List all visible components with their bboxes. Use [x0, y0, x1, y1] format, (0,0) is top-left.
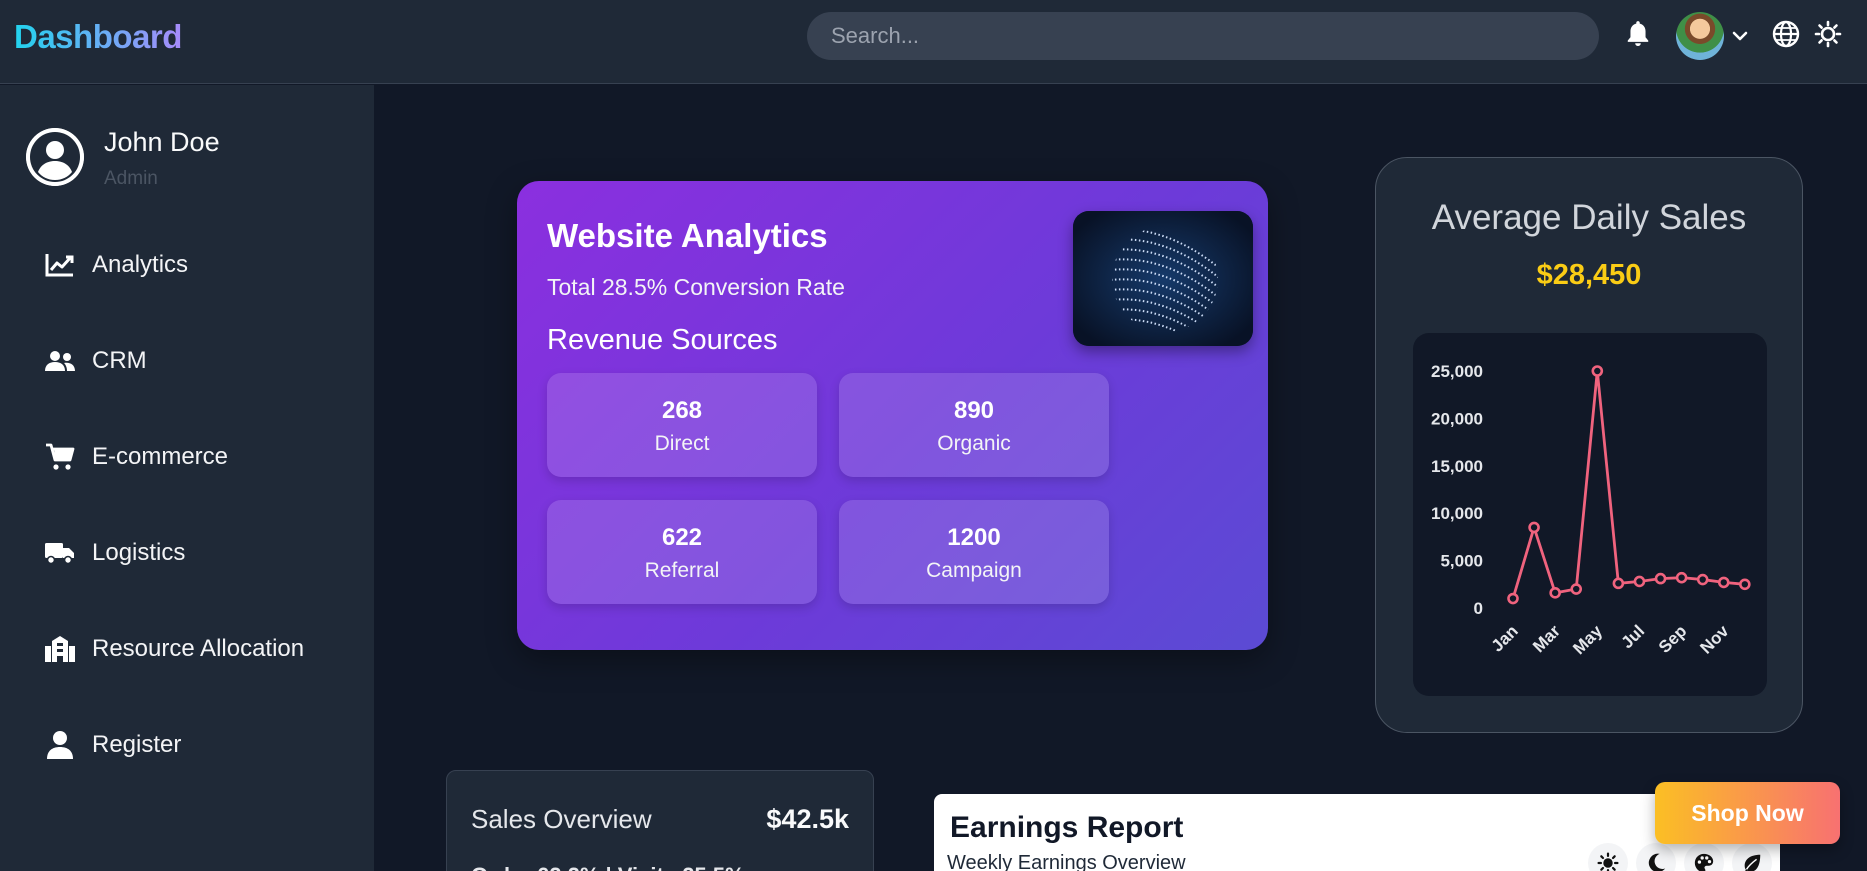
card-title: Website Analytics	[547, 217, 828, 254]
series-line	[1511, 369, 1745, 599]
card-title: Sales Overview	[471, 804, 652, 834]
sidebar-item-logistics[interactable]: Logistics	[44, 538, 185, 568]
data-point	[1507, 592, 1519, 605]
chart-svg: 0 5,000 10,000 15,000 20,000 25,000 Jan Mar May J…	[1431, 362, 1751, 658]
source-value: 622	[661, 524, 703, 551]
card-title: Earnings Report	[950, 811, 1184, 844]
sidebar-item-label: CRM	[92, 347, 147, 374]
sidebar-item-label: Analytics	[92, 251, 189, 278]
card-subtitle: Weekly Earnings Overview	[947, 852, 1186, 871]
y-tick-label: 10,000	[1431, 504, 1483, 523]
leaf-icon[interactable]	[1732, 843, 1772, 871]
data-point	[1654, 572, 1667, 585]
source-value: 890	[953, 397, 995, 424]
x-tick-label: Nov	[1696, 621, 1733, 658]
source-direct[interactable]: 268 Direct	[547, 373, 817, 477]
data-point	[1528, 521, 1540, 534]
source-organic[interactable]: 890 Organic	[839, 373, 1109, 477]
x-tick-label: Jul	[1617, 621, 1648, 652]
cart-icon	[44, 442, 76, 472]
data-point	[1633, 575, 1646, 588]
truck-icon	[44, 538, 76, 568]
source-value: 1200	[947, 524, 1001, 551]
globe-image	[1073, 211, 1253, 346]
data-point	[1675, 571, 1688, 584]
user-icon	[44, 730, 76, 760]
x-tick-label: Sep	[1655, 621, 1690, 656]
sidebar-item-resource-allocation[interactable]: Resource Allocation	[44, 634, 304, 664]
moon-icon[interactable]	[1636, 843, 1676, 871]
overview-meta: Order 62.2% | Visits 25.5%	[471, 863, 745, 871]
sidebar-item-label: Resource Allocation	[92, 635, 305, 662]
data-point	[1549, 587, 1561, 599]
sidebar-item-ecommerce[interactable]: E-commerce	[44, 442, 228, 472]
x-tick-label: Mar	[1529, 621, 1564, 656]
data-point	[1739, 578, 1751, 591]
data-point	[1612, 577, 1625, 590]
sidebar-item-crm[interactable]: CRM	[44, 346, 147, 376]
earnings-report-card: Earnings Report Weekly Earnings Overview	[934, 794, 1780, 871]
y-tick-label: 5,000	[1440, 552, 1483, 571]
sidebar-item-label: Logistics	[92, 539, 186, 566]
app-logo[interactable]: Dashboard	[14, 18, 182, 56]
sun-icon[interactable]	[1812, 18, 1844, 50]
sidebar-item-label: E-commerce	[92, 443, 229, 470]
source-label: Direct	[654, 432, 710, 455]
sales-line-chart: 0 5,000 10,000 15,000 20,000 25,000 Jan Mar May J…	[1413, 333, 1767, 696]
y-tick-label: 0	[1474, 599, 1483, 618]
x-tick-label: May	[1569, 621, 1606, 658]
data-point	[1570, 583, 1583, 595]
data-point	[1717, 576, 1730, 589]
data-point	[1696, 573, 1709, 586]
sidebar: John Doe Admin Analytics CRM E-commerce …	[0, 85, 374, 871]
building-icon	[44, 634, 76, 664]
sun-icon[interactable]	[1588, 843, 1628, 871]
user-role: Admin	[104, 168, 158, 189]
bell-icon[interactable]	[1622, 18, 1654, 50]
y-tick-label: 25,000	[1431, 362, 1483, 381]
avatar[interactable]	[1676, 12, 1724, 60]
revenue-sources-heading: Revenue Sources	[547, 324, 778, 356]
sidebar-item-register[interactable]: Register	[44, 730, 181, 760]
y-tick-label: 20,000	[1431, 409, 1483, 428]
source-referral[interactable]: 622 Referral	[547, 500, 817, 604]
average-daily-sales-card: Average Daily Sales $28,450 0 5,000 10,000…	[1375, 157, 1803, 733]
palette-icon[interactable]	[1684, 843, 1724, 871]
sidebar-item-analytics[interactable]: Analytics	[44, 250, 188, 280]
y-tick-label: 15,000	[1431, 457, 1483, 476]
user-name: John Doe	[104, 127, 220, 157]
source-value: 268	[661, 397, 703, 424]
users-icon	[44, 346, 76, 376]
search-input[interactable]	[807, 12, 1599, 60]
globe-icon[interactable]	[1770, 18, 1802, 50]
chevron-down-icon[interactable]	[1726, 20, 1754, 52]
shop-now-button[interactable]: Shop Now	[1655, 782, 1840, 844]
source-campaign[interactable]: 1200 Campaign	[839, 500, 1109, 604]
sales-overview-card: Sales Overview $42.5k Order 62.2% | Visi…	[446, 770, 874, 871]
overview-value: $42.5k	[766, 804, 849, 834]
source-label: Referral	[644, 559, 720, 582]
x-tick-label: Jan	[1488, 621, 1522, 655]
card-title: Average Daily Sales	[1431, 198, 1747, 237]
user-avatar-icon[interactable]	[26, 128, 84, 186]
source-label: Organic	[937, 432, 1011, 455]
data-point	[1591, 365, 1604, 377]
website-analytics-card: Website Analytics Total 28.5% Conversion…	[517, 181, 1268, 650]
source-label: Campaign	[926, 559, 1022, 582]
top-bar: Dashboard	[0, 0, 1867, 84]
sidebar-item-label: Register	[92, 731, 182, 758]
chart-line-icon	[44, 250, 76, 280]
sales-value: $28,450	[1536, 259, 1642, 291]
conversion-rate: Total 28.5% Conversion Rate	[547, 274, 845, 300]
